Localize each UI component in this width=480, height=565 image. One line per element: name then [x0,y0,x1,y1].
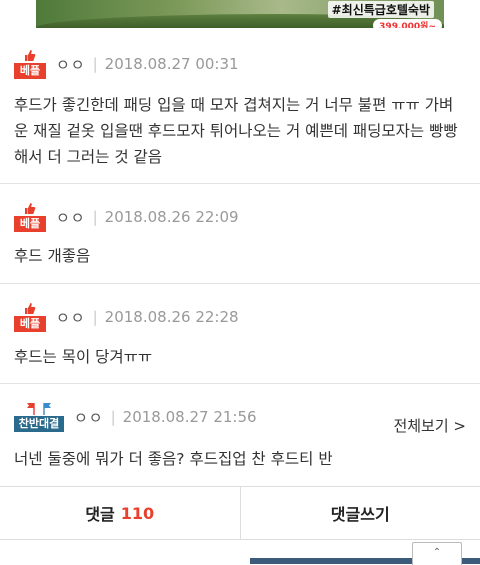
flags-icon [26,402,52,415]
comment-item: 찬반대결 ㅇㅇ | 2018.08.27 21:56 전체보기 > 너넨 둘중에… [0,383,480,486]
comment-meta: 베플 ㅇㅇ | 2018.08.26 22:09 [14,202,239,232]
best-badge-label: 베플 [14,316,46,332]
debate-badge: 찬반대결 [14,402,64,432]
comment-text: 후드 개좋음 [14,243,466,269]
comment-item: 베플 ㅇㅇ | 2018.08.27 00:31 후드가 좋긴한데 패딩 입을 … [0,29,480,184]
meta-separator: | [93,55,98,73]
banner-price: 399,000원~ [373,19,442,28]
comment-date: 2018.08.27 00:31 [105,55,239,73]
write-comment-button[interactable]: 댓글쓰기 [240,487,480,539]
thumbs-up-icon [24,202,36,215]
comment-text: 후드는 목이 당겨ㅠㅠ [14,344,466,370]
comments-button[interactable]: 댓글 110 [0,487,240,539]
chevron-up-icon: ⌃ [433,547,441,558]
comments-count: 110 [121,504,154,523]
comment-date: 2018.08.27 21:56 [123,408,257,426]
comment-author[interactable]: ㅇㅇ [56,54,86,75]
meta-separator: | [111,408,116,426]
banner-tag: #최신특급호텔숙박 [328,1,434,18]
comment-item: 베플 ㅇㅇ | 2018.08.26 22:28 후드는 목이 당겨ㅠㅠ [0,283,480,384]
comment-author[interactable]: ㅇㅇ [74,407,104,428]
bottom-bar: ⌃ [0,556,480,564]
comment-author[interactable]: ㅇㅇ [56,207,86,228]
comment-actions: 댓글 110 댓글쓰기 [0,486,480,540]
comment-text: 너넨 둘중에 뭐가 더 좋음? 후드집업 찬 후드티 반 [14,446,466,472]
best-badge: 베플 [14,202,46,232]
comment-item: 베플 ㅇㅇ | 2018.08.26 22:09 후드 개좋음 [0,183,480,284]
comment-text: 후드가 좋긴한데 패딩 입을 때 모자 겹쳐지는 거 너무 불편 ㅠㅠ 가벼운 … [14,92,466,170]
meta-separator: | [93,208,98,226]
comments-label: 댓글 [85,501,114,525]
comment-meta: 베플 ㅇㅇ | 2018.08.26 22:28 [14,302,239,332]
comment-date: 2018.08.26 22:09 [105,208,239,226]
best-badge: 베플 [14,302,46,332]
best-badge-label: 베플 [14,216,46,232]
comment-meta: 찬반대결 ㅇㅇ | 2018.08.27 21:56 [14,402,257,432]
debate-badge-label: 찬반대결 [14,416,64,432]
comment-author[interactable]: ㅇㅇ [56,307,86,328]
best-badge: 베플 [14,49,46,79]
ad-banner[interactable]: #최신특급호텔숙박 399,000원~ [36,0,444,28]
comment-meta: 베플 ㅇㅇ | 2018.08.27 00:31 [14,49,239,79]
thumbs-up-icon [24,302,36,315]
scroll-top-button[interactable]: ⌃ [412,542,462,565]
thumbs-up-icon [24,49,36,62]
view-all-link[interactable]: 전체보기 > [393,415,466,436]
meta-separator: | [93,308,98,326]
comment-date: 2018.08.26 22:28 [105,308,239,326]
best-badge-label: 베플 [14,63,46,79]
write-comment-label: 댓글쓰기 [331,501,390,525]
